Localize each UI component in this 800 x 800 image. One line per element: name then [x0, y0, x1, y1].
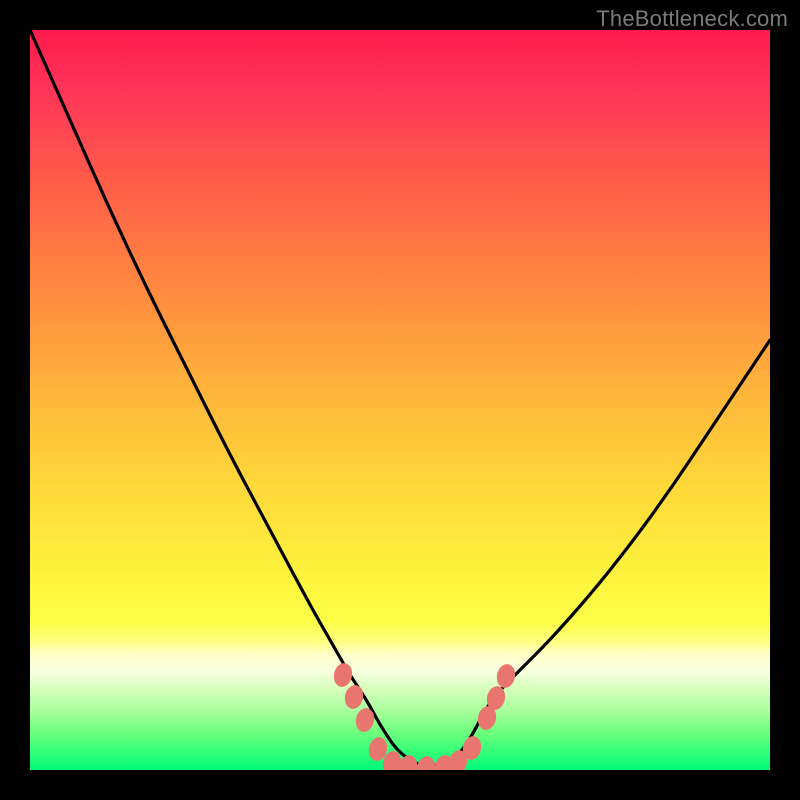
chart-svg — [30, 30, 770, 770]
chart-frame: TheBottleneck.com — [0, 0, 800, 800]
valley-dot — [343, 683, 366, 710]
watermark-text: TheBottleneck.com — [596, 6, 788, 32]
valley-dot — [495, 662, 518, 689]
bottleneck-curve — [30, 30, 770, 766]
valley-dot — [332, 661, 355, 688]
chart-plot-area — [30, 30, 770, 770]
valley-dots — [332, 661, 518, 770]
